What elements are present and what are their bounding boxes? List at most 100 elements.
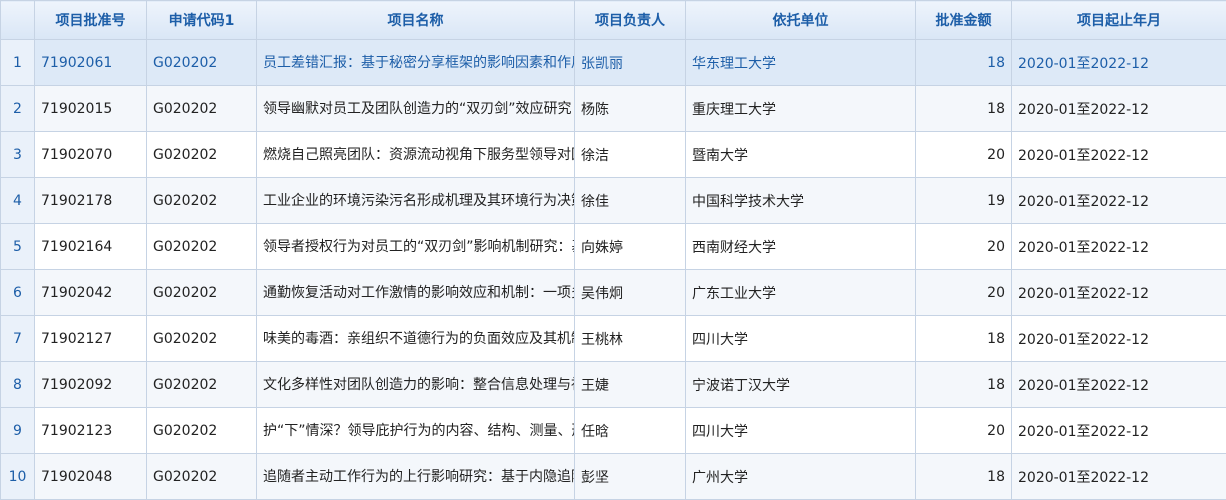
application-code-cell: G020202	[147, 132, 257, 178]
project-period-cell: 2020-01至2022-12	[1012, 316, 1226, 362]
project-title-cell: 燃烧自己照亮团队：资源流动视角下服务型领导对团队和自身的影响效应及机制研究	[257, 132, 575, 178]
project-leader-cell: 任晗	[575, 408, 686, 454]
header-project-title[interactable]: 项目名称	[257, 1, 575, 40]
header-application-code[interactable]: 申请代码1	[147, 1, 257, 40]
project-title-cell: 工业企业的环境污染污名形成机理及其环境行为决策研究 ——以国家重点监控企业为例	[257, 178, 575, 224]
header-institution[interactable]: 依托单位	[686, 1, 916, 40]
institution-cell: 重庆理工大学	[686, 86, 916, 132]
project-table: 项目批准号 申请代码1 项目名称 项目负责人 依托单位 批准金额 项目起止年月 …	[0, 0, 1226, 500]
institution-cell: 四川大学	[686, 408, 916, 454]
row-index: 6	[1, 270, 35, 316]
institution-cell: 广东工业大学	[686, 270, 916, 316]
approval-number-cell: 71902061	[35, 40, 147, 86]
table-row[interactable]: 971902123G020202护“下”情深？领导庇护行为的内容、结构、测量、形…	[1, 408, 1226, 454]
institution-cell: 西南财经大学	[686, 224, 916, 270]
approved-amount-cell: 18	[916, 454, 1012, 500]
project-title-cell: 味美的毒酒：亲组织不道德行为的负面效应及其机制研究	[257, 316, 575, 362]
project-title-cell: 护“下”情深？领导庇护行为的内容、结构、测量、形成及作用机制的多层次研究	[257, 408, 575, 454]
table-row[interactable]: 371902070G020202燃烧自己照亮团队：资源流动视角下服务型领导对团队…	[1, 132, 1226, 178]
project-leader-cell: 彭坚	[575, 454, 686, 500]
approval-number-cell: 71902178	[35, 178, 147, 224]
project-leader-cell: 吴伟炯	[575, 270, 686, 316]
row-index: 5	[1, 224, 35, 270]
header-row: 项目批准号 申请代码1 项目名称 项目负责人 依托单位 批准金额 项目起止年月	[1, 1, 1226, 40]
table-row[interactable]: 1071902048G020202追随者主动工作行为的上行影响研究：基于内隐追随…	[1, 454, 1226, 500]
row-index: 3	[1, 132, 35, 178]
application-code-cell: G020202	[147, 86, 257, 132]
row-index: 1	[1, 40, 35, 86]
institution-cell: 中国科学技术大学	[686, 178, 916, 224]
project-period-cell: 2020-01至2022-12	[1012, 224, 1226, 270]
application-code-cell: G020202	[147, 316, 257, 362]
approval-number-cell: 71902092	[35, 362, 147, 408]
row-index: 7	[1, 316, 35, 362]
project-period-cell: 2020-01至2022-12	[1012, 40, 1226, 86]
approved-amount-cell: 20	[916, 224, 1012, 270]
table-row[interactable]: 671902042G020202通勤恢复活动对工作激情的影响效应和机制：一项多层…	[1, 270, 1226, 316]
row-index: 2	[1, 86, 35, 132]
institution-cell: 华东理工大学	[686, 40, 916, 86]
institution-cell: 暨南大学	[686, 132, 916, 178]
project-period-cell: 2020-01至2022-12	[1012, 454, 1226, 500]
project-period-cell: 2020-01至2022-12	[1012, 408, 1226, 454]
approval-number-cell: 71902048	[35, 454, 147, 500]
project-leader-cell: 徐佳	[575, 178, 686, 224]
approval-number-cell: 71902127	[35, 316, 147, 362]
approved-amount-cell: 20	[916, 408, 1012, 454]
approved-amount-cell: 19	[916, 178, 1012, 224]
project-leader-cell: 杨陈	[575, 86, 686, 132]
project-title-cell: 员工差错汇报：基于秘密分享框架的影响因素和作用结果探究	[257, 40, 575, 86]
project-title-cell: 领导者授权行为对员工的“双刃剑”影响机制研究：基于资源保存理论视角	[257, 224, 575, 270]
project-title-cell: 追随者主动工作行为的上行影响研究：基于内隐追随理论视角	[257, 454, 575, 500]
project-leader-cell: 王桃林	[575, 316, 686, 362]
approval-number-cell: 71902015	[35, 86, 147, 132]
approved-amount-cell: 18	[916, 40, 1012, 86]
approved-amount-cell: 20	[916, 270, 1012, 316]
application-code-cell: G020202	[147, 362, 257, 408]
project-title-cell: 文化多样性对团队创造力的影响：整合信息处理与社会互动的并行/链式耦合机制模型	[257, 362, 575, 408]
row-index: 9	[1, 408, 35, 454]
approved-amount-cell: 20	[916, 132, 1012, 178]
project-leader-cell: 向姝婷	[575, 224, 686, 270]
project-title-cell: 通勤恢复活动对工作激情的影响效应和机制：一项多层次动态性研究	[257, 270, 575, 316]
header-project-period[interactable]: 项目起止年月	[1012, 1, 1226, 40]
institution-cell: 宁波诺丁汉大学	[686, 362, 916, 408]
approved-amount-cell: 18	[916, 362, 1012, 408]
table-row[interactable]: 771902127G020202味美的毒酒：亲组织不道德行为的负面效应及其机制研…	[1, 316, 1226, 362]
project-period-cell: 2020-01至2022-12	[1012, 178, 1226, 224]
row-index: 4	[1, 178, 35, 224]
project-period-cell: 2020-01至2022-12	[1012, 362, 1226, 408]
project-period-cell: 2020-01至2022-12	[1012, 86, 1226, 132]
approval-number-cell: 71902164	[35, 224, 147, 270]
table-row[interactable]: 271902015G020202领导幽默对员工及团队创造力的“双刃剑”效应研究杨…	[1, 86, 1226, 132]
header-project-leader[interactable]: 项目负责人	[575, 1, 686, 40]
approved-amount-cell: 18	[916, 86, 1012, 132]
project-period-cell: 2020-01至2022-12	[1012, 270, 1226, 316]
row-index: 8	[1, 362, 35, 408]
project-leader-cell: 王婕	[575, 362, 686, 408]
application-code-cell: G020202	[147, 224, 257, 270]
approved-amount-cell: 18	[916, 316, 1012, 362]
table-row[interactable]: 471902178G020202工业企业的环境污染污名形成机理及其环境行为决策研…	[1, 178, 1226, 224]
approval-number-cell: 71902042	[35, 270, 147, 316]
approval-number-cell: 71902123	[35, 408, 147, 454]
header-approved-amount[interactable]: 批准金额	[916, 1, 1012, 40]
project-leader-cell: 张凯丽	[575, 40, 686, 86]
application-code-cell: G020202	[147, 454, 257, 500]
institution-cell: 广州大学	[686, 454, 916, 500]
project-leader-cell: 徐洁	[575, 132, 686, 178]
project-title-cell: 领导幽默对员工及团队创造力的“双刃剑”效应研究	[257, 86, 575, 132]
institution-cell: 四川大学	[686, 316, 916, 362]
table-row[interactable]: 571902164G020202领导者授权行为对员工的“双刃剑”影响机制研究：基…	[1, 224, 1226, 270]
application-code-cell: G020202	[147, 178, 257, 224]
header-index	[1, 1, 35, 40]
application-code-cell: G020202	[147, 40, 257, 86]
table-row[interactable]: 171902061G020202员工差错汇报：基于秘密分享框架的影响因素和作用结…	[1, 40, 1226, 86]
application-code-cell: G020202	[147, 270, 257, 316]
approval-number-cell: 71902070	[35, 132, 147, 178]
row-index: 10	[1, 454, 35, 500]
project-period-cell: 2020-01至2022-12	[1012, 132, 1226, 178]
application-code-cell: G020202	[147, 408, 257, 454]
header-approval-number[interactable]: 项目批准号	[35, 1, 147, 40]
table-row[interactable]: 871902092G020202文化多样性对团队创造力的影响：整合信息处理与社会…	[1, 362, 1226, 408]
